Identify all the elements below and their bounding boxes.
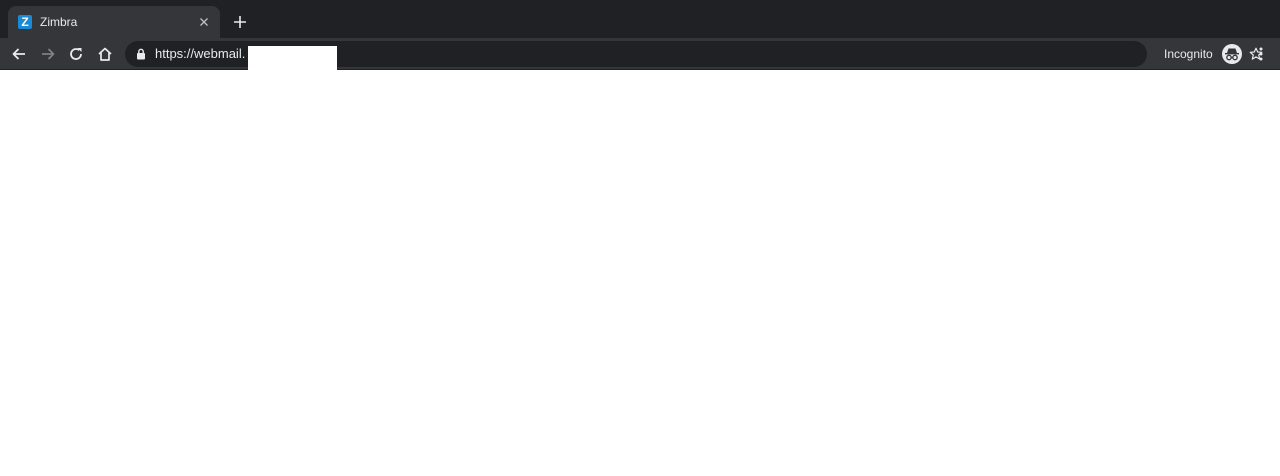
kebab-menu-icon	[1259, 47, 1263, 61]
close-icon[interactable]	[196, 14, 212, 30]
arrow-right-icon	[42, 48, 55, 60]
tab-strip: Z Zimbra	[0, 0, 1280, 38]
tab-zimbra[interactable]: Z Zimbra	[8, 6, 220, 38]
tab-title: Zimbra	[40, 15, 78, 29]
toolbar: https://webmail.	[0, 38, 1280, 70]
forward-button[interactable]	[36, 42, 60, 66]
redacted-url-region	[248, 46, 337, 70]
incognito-icon[interactable]	[1222, 44, 1242, 64]
reload-icon	[70, 48, 82, 60]
new-tab-button[interactable]	[230, 12, 250, 32]
kebab-menu-button[interactable]	[1252, 42, 1270, 66]
reload-button[interactable]	[64, 42, 88, 66]
plus-icon	[234, 16, 246, 28]
home-icon	[98, 47, 112, 61]
incognito-label: Incognito	[1164, 47, 1213, 61]
zimbra-icon: Z	[18, 15, 32, 29]
lock-icon	[135, 47, 147, 61]
url-text[interactable]: https://webmail.	[155, 41, 245, 67]
arrow-left-icon	[12, 48, 25, 60]
browser-window: Z Zimbra https://webmail. Incognito	[0, 0, 1280, 476]
back-button[interactable]	[7, 42, 31, 66]
home-button[interactable]	[93, 42, 117, 66]
page-content	[0, 71, 1280, 476]
